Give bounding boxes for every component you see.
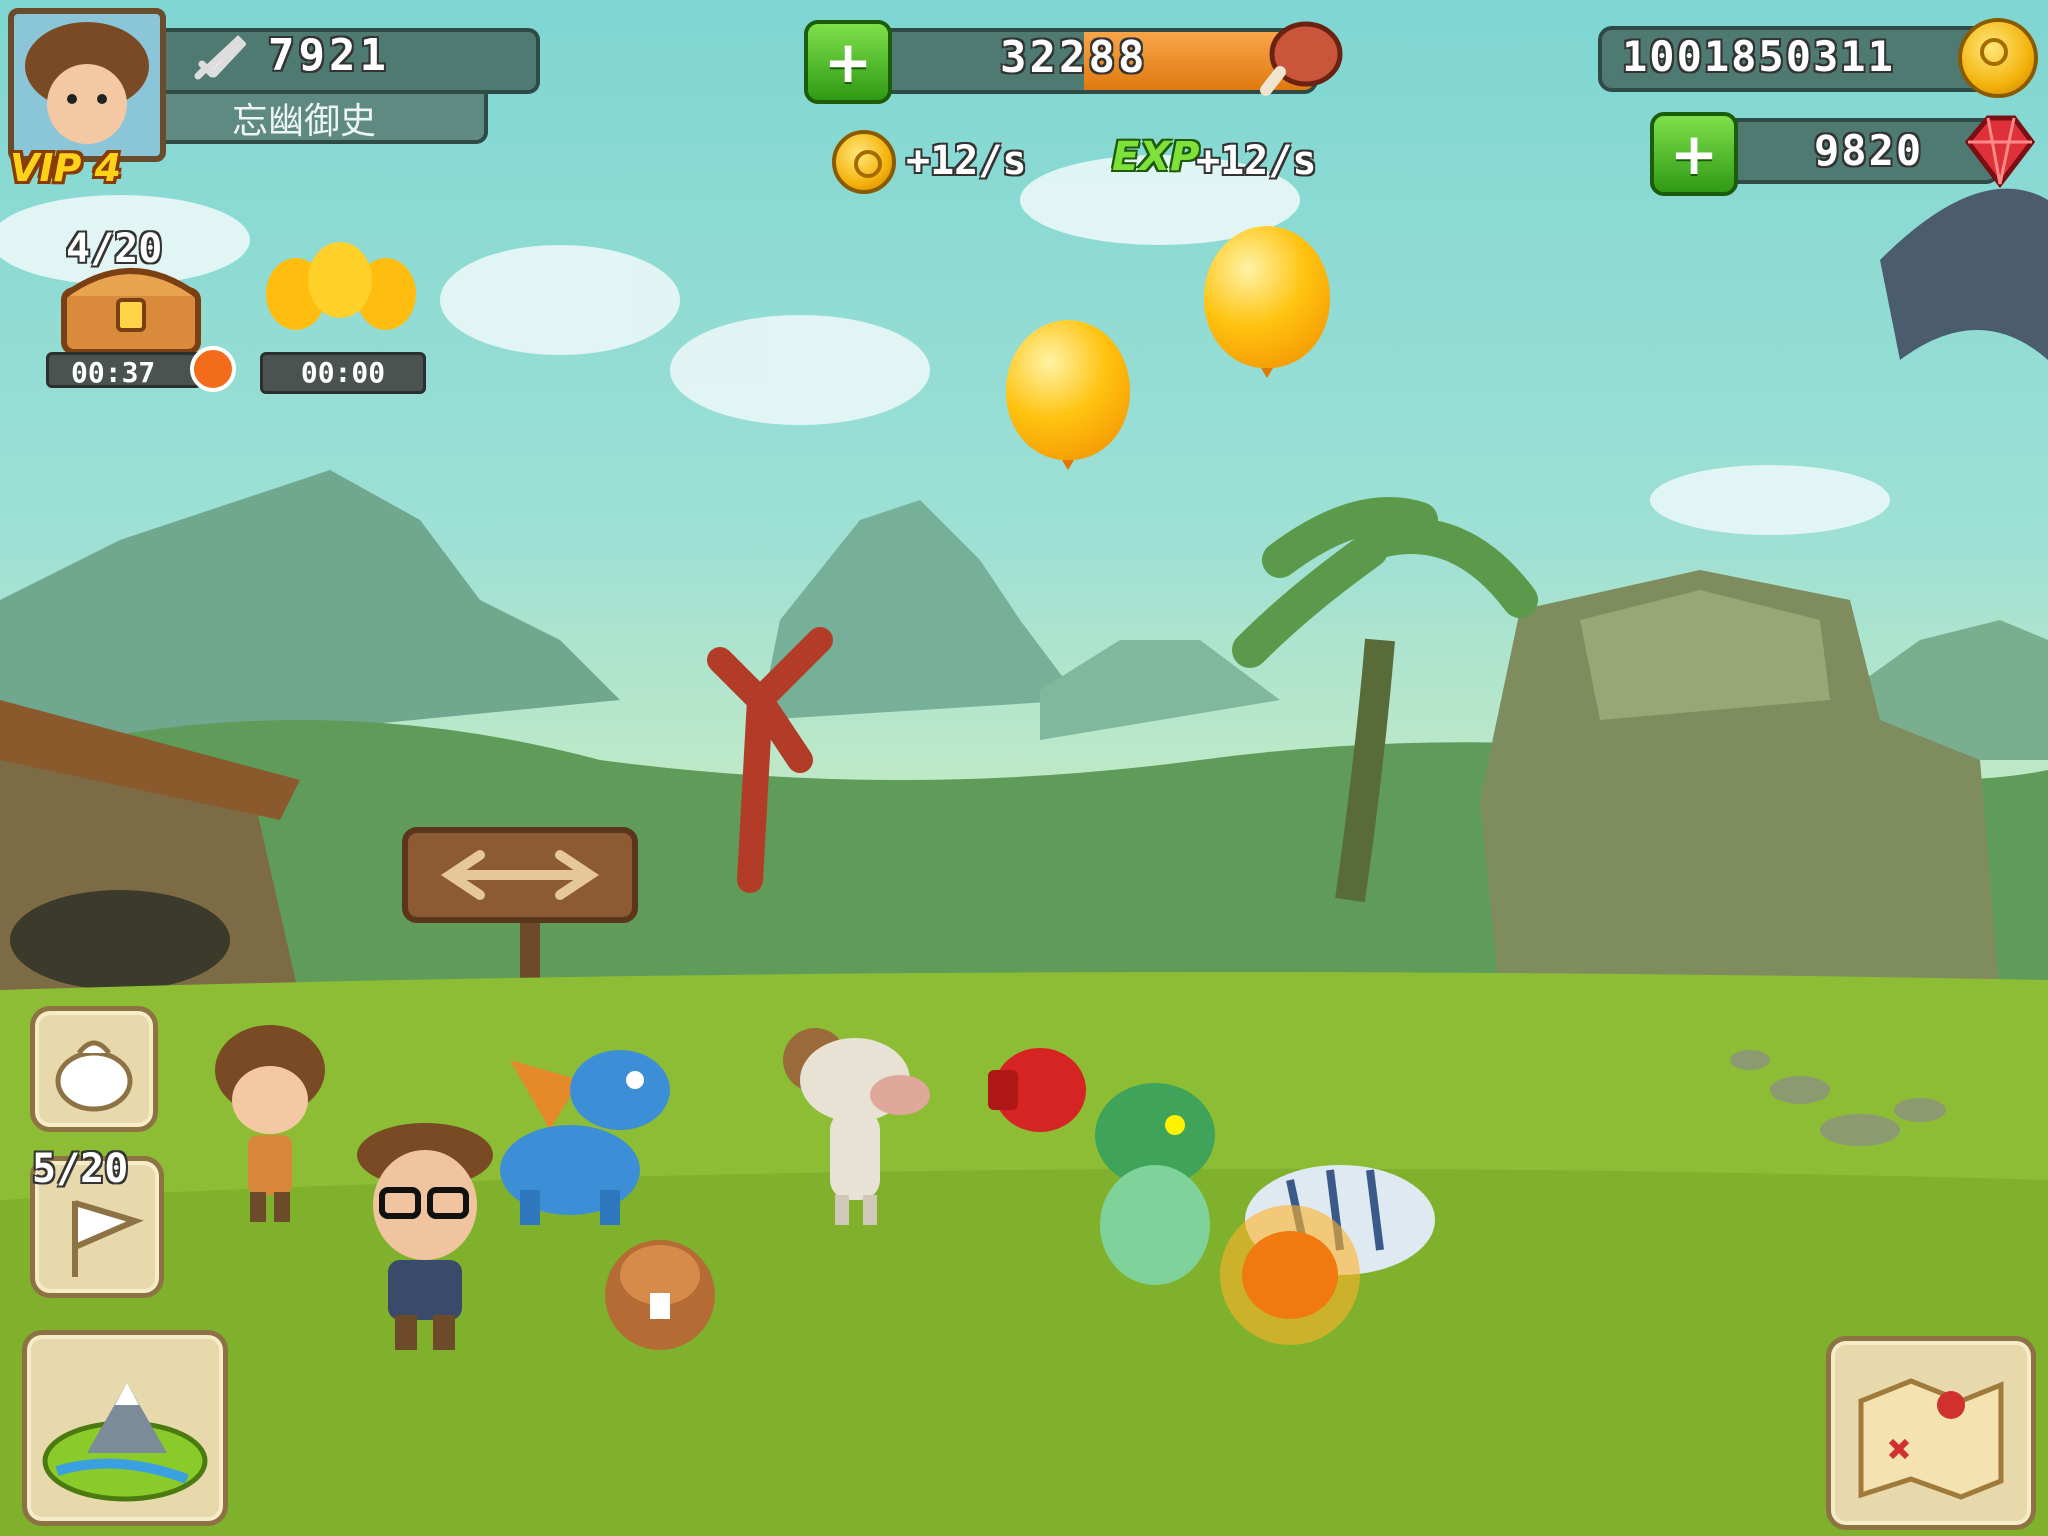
blue-dragon-pet[interactable] — [490, 1020, 680, 1230]
gold-coin-icon — [1958, 18, 2038, 98]
add-gems-button[interactable]: + — [1650, 112, 1738, 196]
exp-icon: EXP — [1112, 134, 1200, 180]
gold-value: 1001850311 — [1622, 32, 1895, 81]
golden-balloon[interactable] — [1006, 320, 1130, 470]
game-scene: VIP 4 7921 忘幽御史 + 32288 +12/s EXP +12/s … — [0, 0, 2048, 1536]
old-man-character[interactable] — [350, 1110, 500, 1360]
meat-icon — [1256, 16, 1346, 100]
treasure-map-button[interactable] — [1826, 1336, 2036, 1530]
gold-rate: +12/s — [906, 138, 1027, 184]
add-meat-button[interactable]: + — [804, 20, 892, 104]
flag-count: 5/20 — [32, 1146, 129, 1192]
fire-boxing-glove-attack — [1215, 1200, 1365, 1350]
chest-timer: 00:37 — [46, 352, 202, 389]
alarm-clock-icon — [190, 346, 236, 392]
island-mountain-icon — [42, 1383, 208, 1502]
power-value: 7921 — [268, 30, 390, 81]
hero-boy-character[interactable] — [210, 1020, 330, 1230]
ram-pet[interactable] — [775, 1010, 945, 1230]
gold-coin-icon — [832, 130, 896, 194]
golden-balloon[interactable] — [1204, 226, 1330, 378]
vip-badge: VIP 4 — [10, 146, 122, 190]
world-island-button[interactable] — [22, 1330, 228, 1526]
beaver-pet[interactable] — [590, 1215, 720, 1355]
green-tiger-enemy[interactable] — [1080, 1075, 1230, 1305]
exp-rate: +12/s — [1196, 138, 1317, 184]
flag-icon — [72, 1200, 144, 1277]
bag-button[interactable] — [30, 1006, 158, 1132]
player-avatar[interactable] — [8, 8, 166, 162]
meat-value: 32288 — [1000, 32, 1148, 83]
gem-value: 9820 — [1814, 126, 1924, 175]
ruby-gem-icon — [1958, 112, 2038, 189]
treasure-chest-icon[interactable] — [58, 256, 204, 356]
sword-icon — [192, 34, 247, 82]
background-scenery — [0, 155, 2048, 1536]
balloon-timer: 00:00 — [260, 352, 426, 394]
treasure-map-icon — [1858, 1378, 2004, 1500]
player-name: 忘幽御史 — [232, 101, 377, 142]
balloon-reward-icon[interactable] — [258, 236, 428, 346]
sack-icon — [55, 1040, 133, 1112]
